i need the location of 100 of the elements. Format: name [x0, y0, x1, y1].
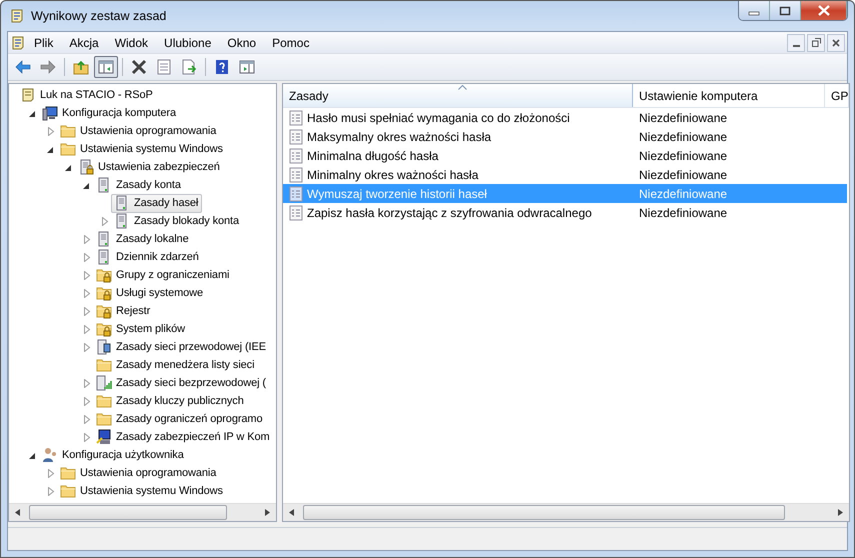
tree-item[interactable]: Konfiguracja komputera [39, 104, 180, 122]
restore-icon [812, 38, 820, 47]
tree-item[interactable]: Zasady sieci przewodowej (IEE [93, 338, 270, 356]
collapsed-arrow-icon[interactable] [82, 432, 90, 442]
tree-item[interactable]: Zasady sieci bezprzewodowej ( [93, 374, 270, 392]
tree-item[interactable]: Zasady kluczy publicznych [93, 392, 248, 410]
table-row[interactable]: Hasło musi spełniać wymagania co do złożoności Niezdefiniowane [283, 108, 848, 127]
expanded-arrow-icon[interactable] [82, 180, 90, 190]
collapsed-arrow-icon[interactable] [82, 270, 90, 280]
tree-item[interactable]: Ustawienia systemu Windows [57, 140, 227, 158]
pane-icon [239, 59, 255, 75]
menu-item[interactable]: Okno [217, 36, 262, 50]
scroll-icon [10, 34, 26, 50]
menu-item[interactable]: Akcja [59, 36, 105, 50]
folder-up-icon [73, 59, 89, 75]
minimize-button[interactable] [787, 34, 805, 52]
setting-value: Niezdefiniowane [638, 168, 728, 182]
help-icon [214, 59, 230, 75]
left-arrow-icon [15, 59, 31, 75]
right-arrow-icon [838, 509, 844, 516]
tree-item[interactable]: Zasady lokalne [93, 230, 193, 248]
policy-icon [288, 110, 304, 126]
policy-name: Hasło musi spełniać wymagania co do złożoności [307, 110, 570, 124]
menu-item[interactable]: Plik [26, 36, 60, 50]
table-row[interactable]: Maksymalny okres ważności hasła Niezdefiniowane [283, 127, 848, 146]
tree-item[interactable]: Dziennik zdarzeń [93, 248, 203, 266]
folder-icon [60, 141, 76, 157]
tree-item[interactable]: Luk na STACIO - RSoP [17, 86, 157, 104]
folder-icon [60, 465, 76, 481]
collapsed-arrow-icon[interactable] [82, 378, 90, 388]
collapsed-arrow-icon[interactable] [82, 306, 90, 316]
collapsed-arrow-icon[interactable] [82, 324, 90, 334]
expanded-arrow-icon[interactable] [46, 144, 54, 154]
tree-item[interactable]: Rejestr [93, 302, 154, 320]
policy-name: Minimalna długość hasła [307, 148, 438, 162]
collapsed-arrow-icon[interactable] [82, 288, 90, 298]
collapsed-arrow-icon[interactable] [100, 216, 108, 226]
expanded-arrow-icon[interactable] [28, 450, 36, 460]
window-title: Wynikowy zestaw zasad [31, 9, 166, 23]
column-header[interactable]: Ustawienie komputera [633, 84, 825, 107]
menu-item[interactable]: Ulubione [154, 36, 218, 50]
tree-item[interactable]: Ustawienia oprogramowania [57, 464, 220, 482]
folder-icon [60, 483, 76, 499]
scroll-thumb[interactable] [303, 505, 785, 520]
setting-value: Niezdefiniowane [638, 130, 728, 144]
tree-item[interactable]: Zasady zabezpieczeń IP w Kom [93, 428, 274, 446]
tree-item[interactable]: Zasady konta [93, 176, 185, 194]
tree-item[interactable]: Zasady ograniczeń oprogramo [93, 410, 266, 428]
folder-lock-icon [96, 285, 112, 301]
collapsed-arrow-icon[interactable] [46, 126, 54, 136]
policy-icon [288, 148, 304, 164]
tree-item[interactable]: Ustawienia systemu Windows [57, 482, 227, 500]
table-row[interactable]: Zapisz hasła korzystając z szyfrowania odwracalnego Niezdefiniowane [283, 203, 848, 222]
folder-icon [96, 357, 112, 373]
collapsed-arrow-icon[interactable] [82, 252, 90, 262]
expanded-arrow-icon[interactable] [28, 108, 36, 118]
monitor-key-icon [96, 429, 112, 445]
left-arrow-icon [15, 509, 20, 516]
tree-item[interactable]: Ustawienia oprogramowania [57, 122, 220, 140]
delete-icon [131, 59, 147, 75]
collapsed-arrow-icon[interactable] [82, 414, 90, 424]
tree-item[interactable]: Zasady blokady konta [111, 212, 244, 230]
restore-button[interactable] [807, 34, 825, 52]
server-lock-icon [78, 159, 94, 175]
table-row[interactable]: Minimalny okres ważności hasła Niezdefiniowane [283, 165, 848, 184]
tree-item[interactable]: Usługi systemowe [93, 284, 208, 302]
policy-icon [288, 128, 304, 144]
collapsed-arrow-icon[interactable] [82, 234, 90, 244]
policy-name: Minimalny okres ważności hasła [307, 168, 478, 182]
maximize-button[interactable] [770, 1, 801, 20]
table-row[interactable]: Minimalna długość hasła Niezdefiniowane [283, 146, 848, 165]
close-button[interactable] [827, 34, 845, 52]
folder-icon [60, 123, 76, 139]
collapsed-arrow-icon[interactable] [82, 342, 90, 352]
close-button[interactable] [801, 1, 847, 20]
tree-item[interactable]: System plików [93, 320, 189, 338]
maximize-icon [779, 6, 791, 16]
policy-name: Zapisz hasła korzystając z szyfrowania odwracalnego [307, 206, 592, 220]
collapsed-arrow-icon[interactable] [82, 396, 90, 406]
menu-item[interactable]: Pomoc [262, 36, 316, 50]
folder-icon [96, 411, 112, 427]
collapsed-arrow-icon[interactable] [46, 468, 54, 478]
expanded-arrow-icon[interactable] [64, 162, 72, 172]
tree-item[interactable]: Ustawienia zabezpieczeń [75, 158, 224, 176]
tree-item[interactable]: Zasady haseł [111, 194, 202, 212]
horizontal-scrollbar[interactable] [9, 503, 276, 521]
scroll-thumb[interactable] [29, 505, 227, 520]
network-icon [96, 339, 112, 355]
tree-item[interactable]: Grupy z ograniczeniami [93, 266, 234, 284]
tree-item[interactable]: Konfiguracja użytkownika [39, 446, 188, 464]
policy-name: Maksymalny okres ważności hasła [307, 130, 492, 144]
toolbar-button[interactable] [94, 56, 118, 78]
menu-item[interactable]: Widok [104, 36, 154, 50]
tree-item[interactable]: Zasady menedżera listy sieci [93, 356, 258, 374]
collapsed-arrow-icon[interactable] [46, 486, 54, 496]
minimize-button[interactable] [739, 1, 770, 20]
signal-bars-icon [96, 375, 112, 391]
horizontal-scrollbar[interactable] [283, 503, 850, 521]
column-header[interactable]: Zasady [283, 84, 633, 107]
column-header[interactable]: GP [825, 84, 850, 107]
